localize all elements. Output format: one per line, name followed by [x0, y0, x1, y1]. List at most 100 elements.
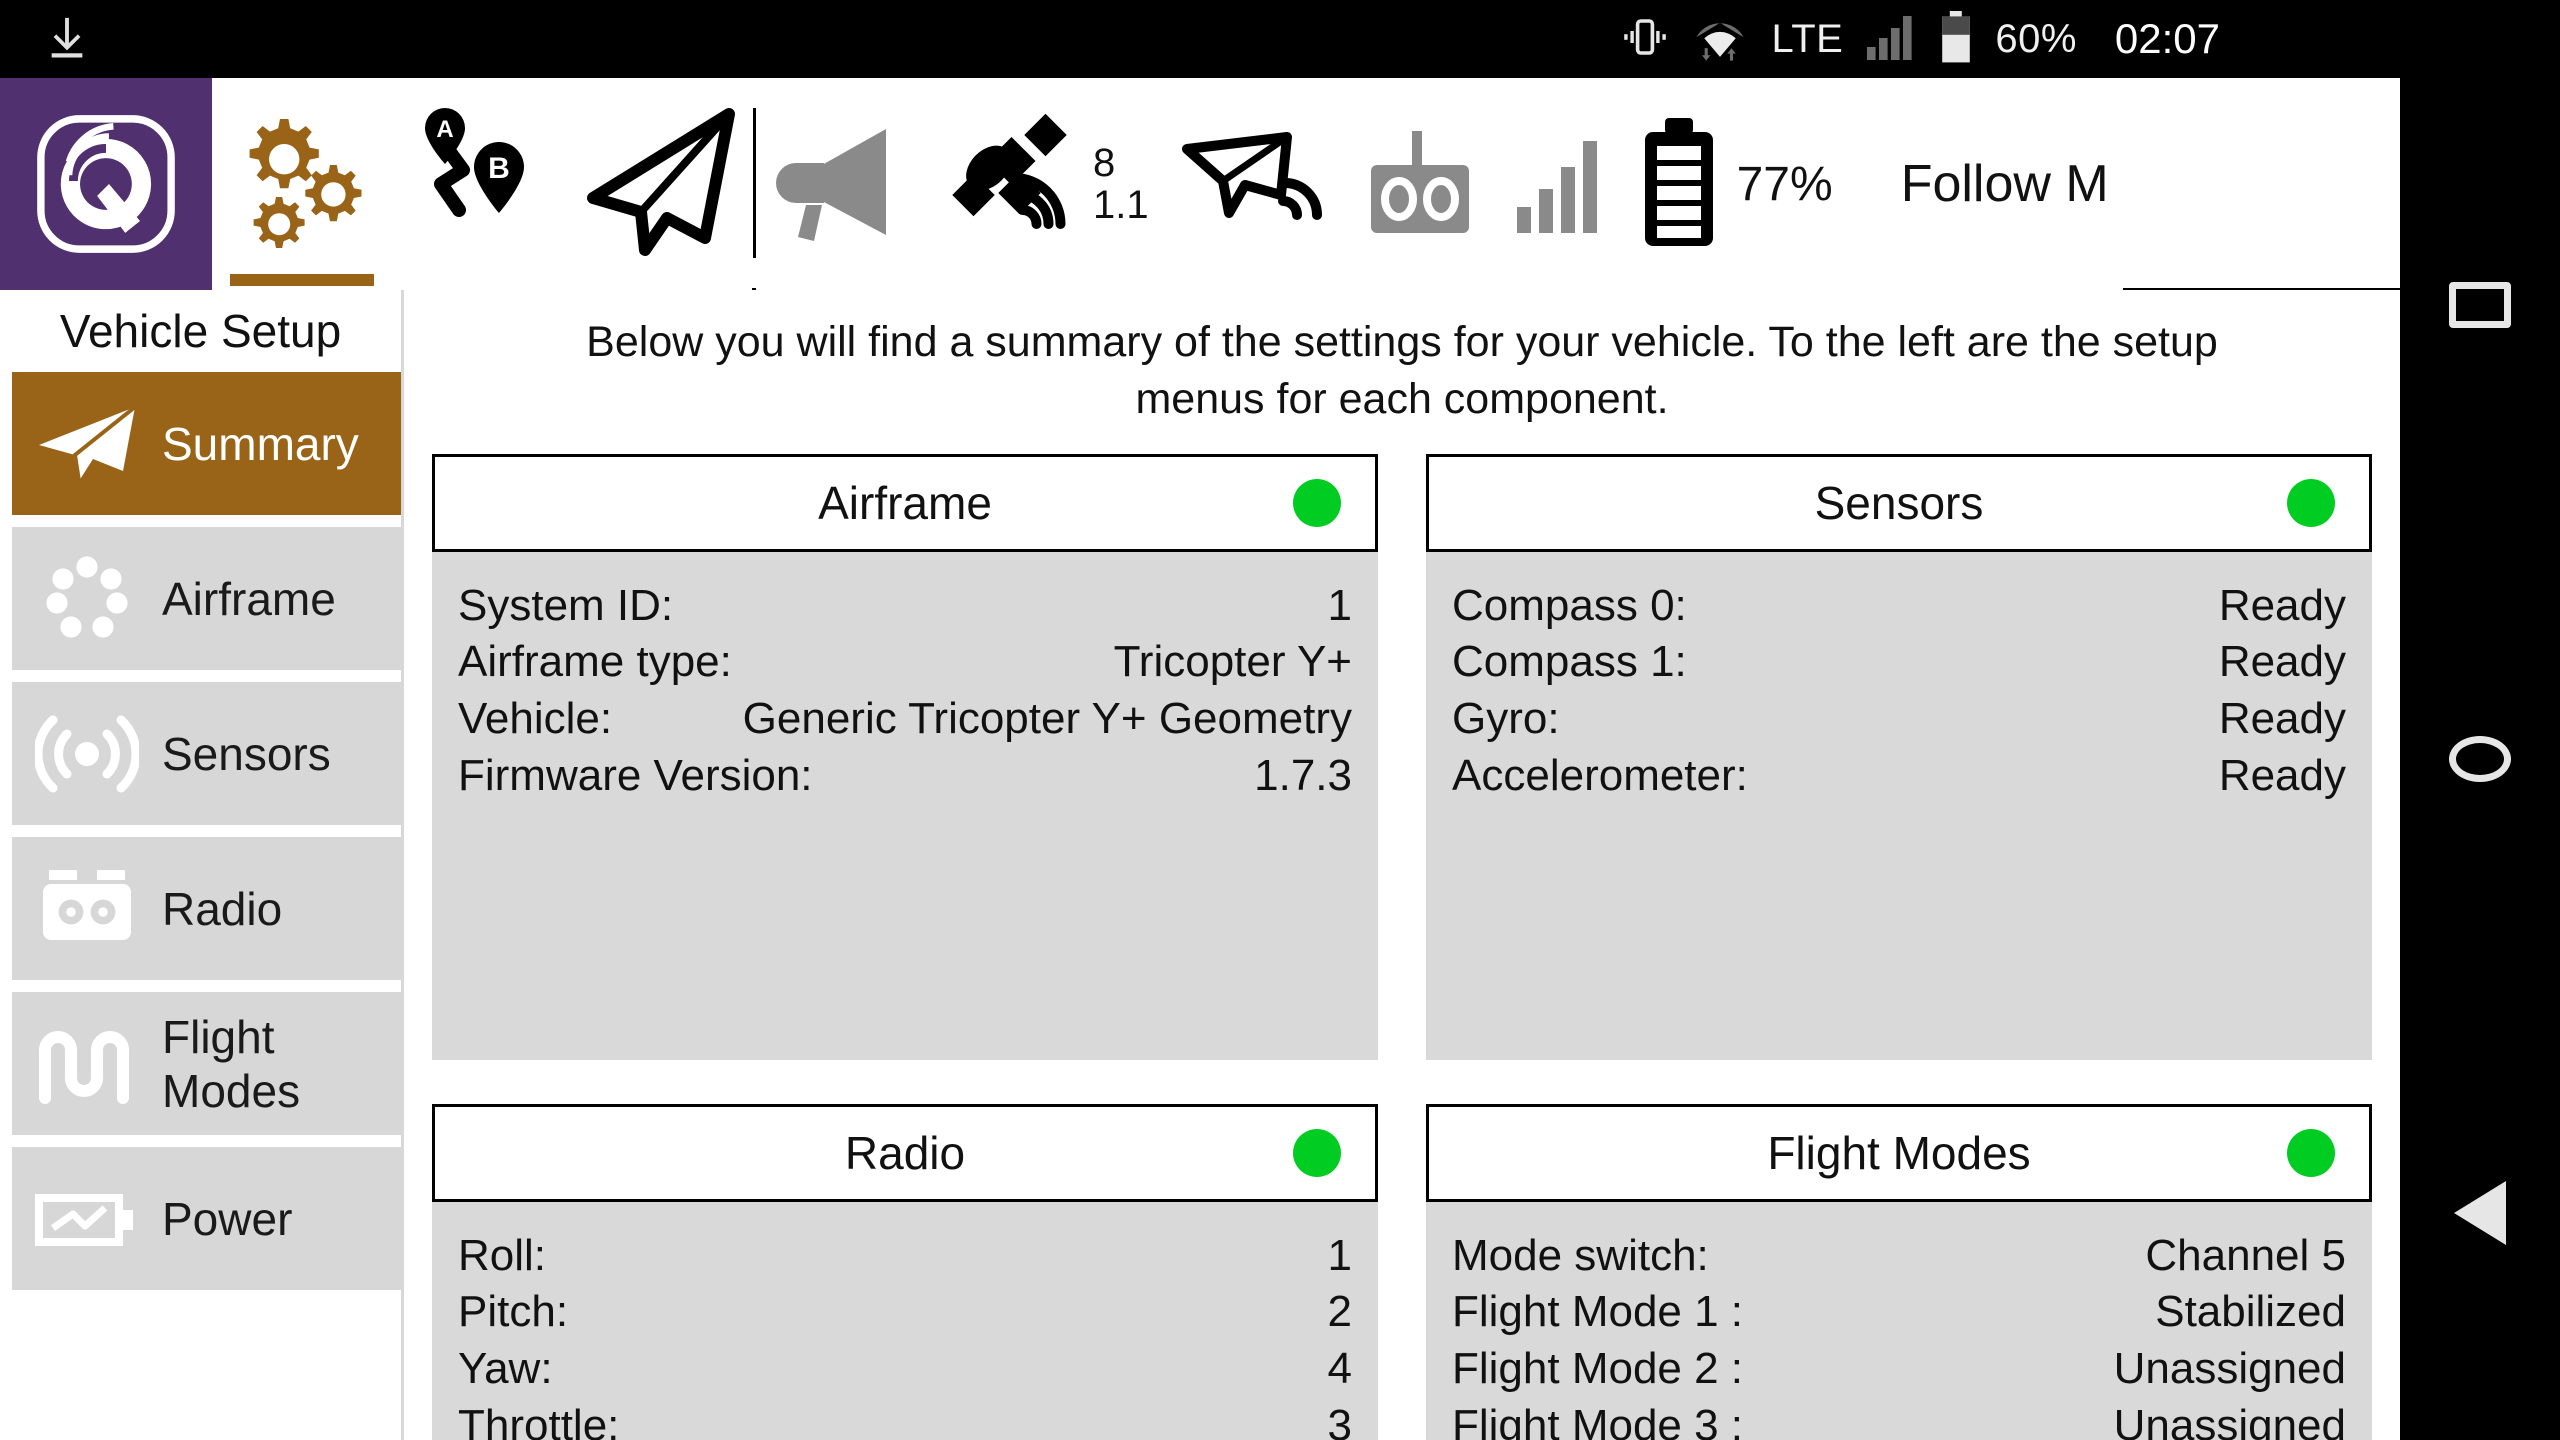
- toolbar-button-fly[interactable]: [572, 78, 752, 290]
- summary-row: Flight Mode 3 : Unassigned: [1452, 1398, 2346, 1440]
- status-bar-clock: 02:07: [2114, 15, 2220, 62]
- panel-header: Sensors: [1426, 453, 2372, 552]
- row-value: 4: [1327, 1344, 1352, 1393]
- indicator-gps[interactable]: 8 1.1: [924, 78, 1163, 290]
- qgc-toolbar: A B 8 1.1 77% Follow M: [0, 78, 2400, 290]
- airframe-dots-icon: [12, 549, 162, 649]
- back-button[interactable]: [2400, 986, 2560, 1440]
- summary-row: Flight Mode 2 : Unassigned: [1452, 1341, 2346, 1398]
- status-badge: [2287, 1128, 2335, 1177]
- android-navigation-bar: [2400, 78, 2560, 1440]
- sidebar-item-radio[interactable]: Radio: [12, 837, 401, 980]
- row-key: Mode switch:: [1452, 1230, 1709, 1280]
- sidebar-item-label: Airframe: [162, 572, 336, 625]
- row-value: Ready: [2218, 750, 2346, 800]
- summary-row: Flight Mode 1 : Stabilized: [1452, 1284, 2346, 1341]
- rc-controller-icon: [1355, 117, 1485, 252]
- sidebar-item-label: Sensors: [162, 727, 331, 780]
- sidebar-title: Vehicle Setup: [59, 305, 342, 357]
- sidebar-item-label: Radio: [162, 882, 283, 935]
- flight-modes-wave-icon: [12, 1022, 162, 1106]
- row-key: Vehicle:: [458, 694, 613, 743]
- row-key: Gyro:: [1452, 694, 1560, 743]
- indicator-vehicle-battery[interactable]: 77%: [1622, 78, 1847, 290]
- row-value: Tricopter Y+: [1113, 637, 1352, 687]
- summary-row: Compass 0: Ready: [1452, 578, 2346, 635]
- row-value: Ready: [2218, 694, 2346, 743]
- row-value: Channel 5: [2145, 1230, 2346, 1280]
- sidebar-item-flight-modes[interactable]: Flight Modes: [12, 992, 401, 1135]
- indicator-flight-mode[interactable]: Follow M: [1846, 78, 2123, 290]
- row-value: 2: [1327, 1287, 1352, 1337]
- row-value: Unassigned: [2113, 1400, 2346, 1440]
- summary-panel-sensors: Sensors Compass 0: Ready Compass 1: Read…: [1426, 453, 2372, 1060]
- android-status-bar: LTE 60% 02:07: [0, 0, 2400, 78]
- gps-hdop-value: 1.1: [1093, 183, 1149, 227]
- row-value: Ready: [2218, 580, 2346, 630]
- sensors-waves-icon: [12, 708, 162, 800]
- status-badge: [1293, 478, 1341, 527]
- vehicle-setup-sidebar: Vehicle Setup Summary Airframe Sensors R…: [0, 290, 404, 1440]
- panel-title: Radio: [844, 1126, 966, 1179]
- sidebar-item-summary[interactable]: Summary: [12, 372, 401, 515]
- row-key: Flight Mode 2 :: [1452, 1344, 1744, 1393]
- summary-row: Pitch: 2: [458, 1284, 1352, 1341]
- summary-panel-radio: Radio Roll: 1 Pitch: 2 Yaw: 4 Throttle: …: [432, 1103, 1378, 1440]
- sidebar-item-sensors[interactable]: Sensors: [12, 682, 401, 825]
- row-key: Flight Mode 3 :: [1452, 1400, 1744, 1440]
- panel-title: Sensors: [1814, 476, 1984, 529]
- panel-body: System ID: 1 Airframe type: Tricopter Y+…: [432, 551, 1378, 1060]
- wifi-icon: [1691, 11, 1749, 68]
- radio-controller-icon: [12, 866, 162, 952]
- summary-row: Compass 1: Ready: [1452, 634, 2346, 691]
- row-key: Accelerometer:: [1452, 750, 1748, 800]
- row-value: 1: [1327, 1230, 1352, 1280]
- summary-row: Airframe type: Tricopter Y+: [458, 634, 1352, 691]
- gps-satellite-count: 8: [1093, 141, 1116, 185]
- indicator-telemetry[interactable]: [1162, 78, 1341, 290]
- toolbar-button-plan[interactable]: A B: [392, 78, 572, 290]
- summary-panel-grid: Airframe System ID: 1 Airframe type: Tri…: [432, 453, 2372, 1440]
- back-triangle-icon: [2454, 1181, 2506, 1245]
- row-value: Unassigned: [2113, 1344, 2346, 1393]
- indicator-rc-controller[interactable]: [1340, 78, 1499, 290]
- row-key: Firmware Version:: [458, 750, 813, 800]
- panel-body: Roll: 1 Pitch: 2 Yaw: 4 Throttle: 3: [432, 1201, 1378, 1440]
- summary-row: Yaw: 4: [458, 1341, 1352, 1398]
- paper-plane-icon: [12, 401, 162, 487]
- summary-row: Gyro: Ready: [1452, 691, 2346, 748]
- row-value: Generic Tricopter Y+ Geometry: [742, 694, 1352, 743]
- indicator-messages[interactable]: [756, 78, 924, 290]
- row-key: Compass 0:: [1452, 580, 1687, 630]
- qgroundcontrol-logo-icon[interactable]: [0, 78, 212, 290]
- toolbar-button-vehicle-setup[interactable]: [212, 78, 392, 290]
- summary-panel-flight-modes: Flight Modes Mode switch: Channel 5 Flig…: [1426, 1103, 2372, 1440]
- row-value: Stabilized: [2155, 1287, 2346, 1337]
- status-badge: [2287, 478, 2335, 527]
- panel-header: Radio: [432, 1103, 1378, 1202]
- row-key: Compass 1:: [1452, 637, 1687, 687]
- sidebar-item-label: Summary: [162, 417, 359, 470]
- recents-button[interactable]: [2400, 78, 2560, 532]
- satellite-icon: [938, 112, 1083, 257]
- row-key: System ID:: [458, 580, 674, 630]
- fly-paper-plane-icon: [577, 102, 747, 267]
- status-bar-left: [0, 11, 90, 68]
- network-type-label: LTE: [1771, 16, 1844, 61]
- download-arrow-icon: [44, 11, 90, 68]
- recents-square-icon: [2449, 282, 2511, 328]
- row-value: 1: [1327, 580, 1352, 630]
- svg-text:A: A: [436, 116, 453, 143]
- sidebar-item-airframe[interactable]: Airframe: [12, 527, 401, 670]
- panel-header: Airframe: [432, 453, 1378, 552]
- summary-row: Roll: 1: [458, 1228, 1352, 1285]
- battery-percent-label: 60%: [1995, 16, 2077, 61]
- vehicle-telemetry-icon: [1177, 117, 1327, 252]
- cellular-signal-icon: [1865, 12, 1917, 67]
- gps-values: 8 1.1: [1093, 142, 1149, 226]
- indicator-rc-signal[interactable]: [1498, 78, 1623, 290]
- summary-intro-text: Below you will find a summary of the set…: [586, 318, 2218, 423]
- sidebar-item-power[interactable]: Power: [12, 1147, 401, 1290]
- home-button[interactable]: [2400, 532, 2560, 986]
- panel-body: Mode switch: Channel 5 Flight Mode 1 : S…: [1426, 1201, 2372, 1440]
